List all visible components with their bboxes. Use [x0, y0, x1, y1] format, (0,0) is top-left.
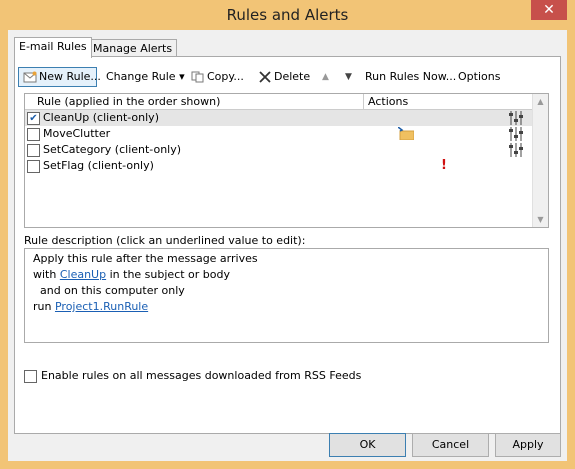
rule-description-box: Apply this rule after the message arrive… — [24, 248, 549, 343]
title-bar[interactable]: Rules and Alerts ✕ — [0, 0, 575, 30]
column-header-actions[interactable]: Actions — [368, 95, 408, 108]
description-line: Apply this rule after the message arrive… — [33, 252, 258, 265]
rss-rules-checkbox[interactable] — [24, 370, 37, 383]
rule-enable-checkbox[interactable] — [27, 160, 40, 173]
copy-label: Copy... — [207, 70, 244, 83]
rule-enable-checkbox[interactable]: ✔ — [27, 112, 40, 125]
rule-row-setflag[interactable]: SetFlag (client-only) ! — [25, 158, 532, 174]
tab-email-rules[interactable]: E-mail Rules — [14, 37, 92, 58]
column-header-rule[interactable]: Rule (applied in the order shown) — [37, 95, 220, 108]
copy-button[interactable]: Copy... — [187, 67, 244, 87]
rule-description-label: Rule description (click an underlined va… — [24, 234, 306, 247]
rule-enable-checkbox[interactable] — [27, 128, 40, 141]
description-text: with — [33, 268, 60, 281]
rule-name: SetCategory (client-only) — [43, 143, 182, 156]
rule-row-moveclutter[interactable]: MoveClutter — [25, 126, 532, 142]
cleanup-value-link[interactable]: CleanUp — [60, 268, 106, 281]
change-rule-button[interactable]: Change Rule ▾ — [106, 67, 185, 87]
rule-name: MoveClutter — [43, 127, 111, 140]
new-rule-label: New Rule... — [39, 70, 101, 83]
chevron-down-icon: ▾ — [179, 70, 185, 83]
ok-button[interactable]: OK — [329, 433, 406, 457]
rule-row-cleanup[interactable]: ✔ CleanUp (client-only) — [25, 110, 532, 126]
options-button[interactable]: Options — [458, 67, 500, 87]
email-rules-panel: New Rule... Change Rule ▾ Copy... Delete… — [14, 56, 561, 434]
importance-icon: ! — [441, 158, 447, 173]
description-text: run — [33, 300, 55, 313]
rule-name: SetFlag (client-only) — [43, 159, 154, 172]
new-rule-button[interactable]: New Rule... — [18, 67, 101, 87]
move-up-button[interactable]: ▲ — [322, 67, 329, 87]
dialog-client-area: E-mail Rules Manage Alerts New Rule... C… — [8, 30, 567, 461]
sliders-icon — [509, 127, 523, 141]
scroll-down-arrow-icon[interactable]: ▼ — [533, 212, 548, 227]
run-script-link[interactable]: Project1.RunRule — [55, 300, 148, 313]
move-to-folder-icon — [398, 127, 414, 140]
delete-x-icon — [259, 71, 271, 83]
rule-enable-checkbox[interactable] — [27, 144, 40, 157]
sliders-icon — [509, 143, 523, 157]
run-rules-now-button[interactable]: Run Rules Now... — [365, 67, 456, 87]
close-button[interactable]: ✕ — [531, 0, 567, 20]
copy-icon — [191, 71, 204, 83]
rss-rules-label[interactable]: Enable rules on all messages downloaded … — [41, 369, 361, 382]
sliders-icon — [509, 111, 523, 125]
rule-row-setcategory[interactable]: SetCategory (client-only) — [25, 142, 532, 158]
delete-button[interactable]: Delete — [254, 67, 310, 87]
rule-name: CleanUp (client-only) — [43, 111, 159, 124]
rules-list: Rule (applied in the order shown) Action… — [24, 93, 549, 228]
move-down-button[interactable]: ▼ — [345, 67, 352, 87]
delete-label: Delete — [274, 70, 311, 83]
new-rule-icon — [23, 71, 37, 83]
description-text: in the subject or body — [106, 268, 230, 281]
change-rule-label: Change Rule — [106, 70, 176, 83]
cancel-button[interactable]: Cancel — [412, 433, 489, 457]
scroll-up-arrow-icon[interactable]: ▲ — [533, 94, 548, 109]
rules-and-alerts-window: Rules and Alerts ✕ E-mail Rules Manage A… — [0, 0, 575, 469]
window-title: Rules and Alerts — [226, 6, 349, 24]
description-line: and on this computer only — [33, 284, 185, 297]
rules-list-header: Rule (applied in the order shown) Action… — [25, 94, 532, 110]
rules-list-scrollbar[interactable]: ▲ ▼ — [532, 94, 548, 227]
description-line: run Project1.RunRule — [33, 300, 148, 313]
column-divider[interactable] — [363, 94, 364, 109]
apply-button[interactable]: Apply — [495, 433, 561, 457]
description-line: with CleanUp in the subject or body — [33, 268, 230, 281]
